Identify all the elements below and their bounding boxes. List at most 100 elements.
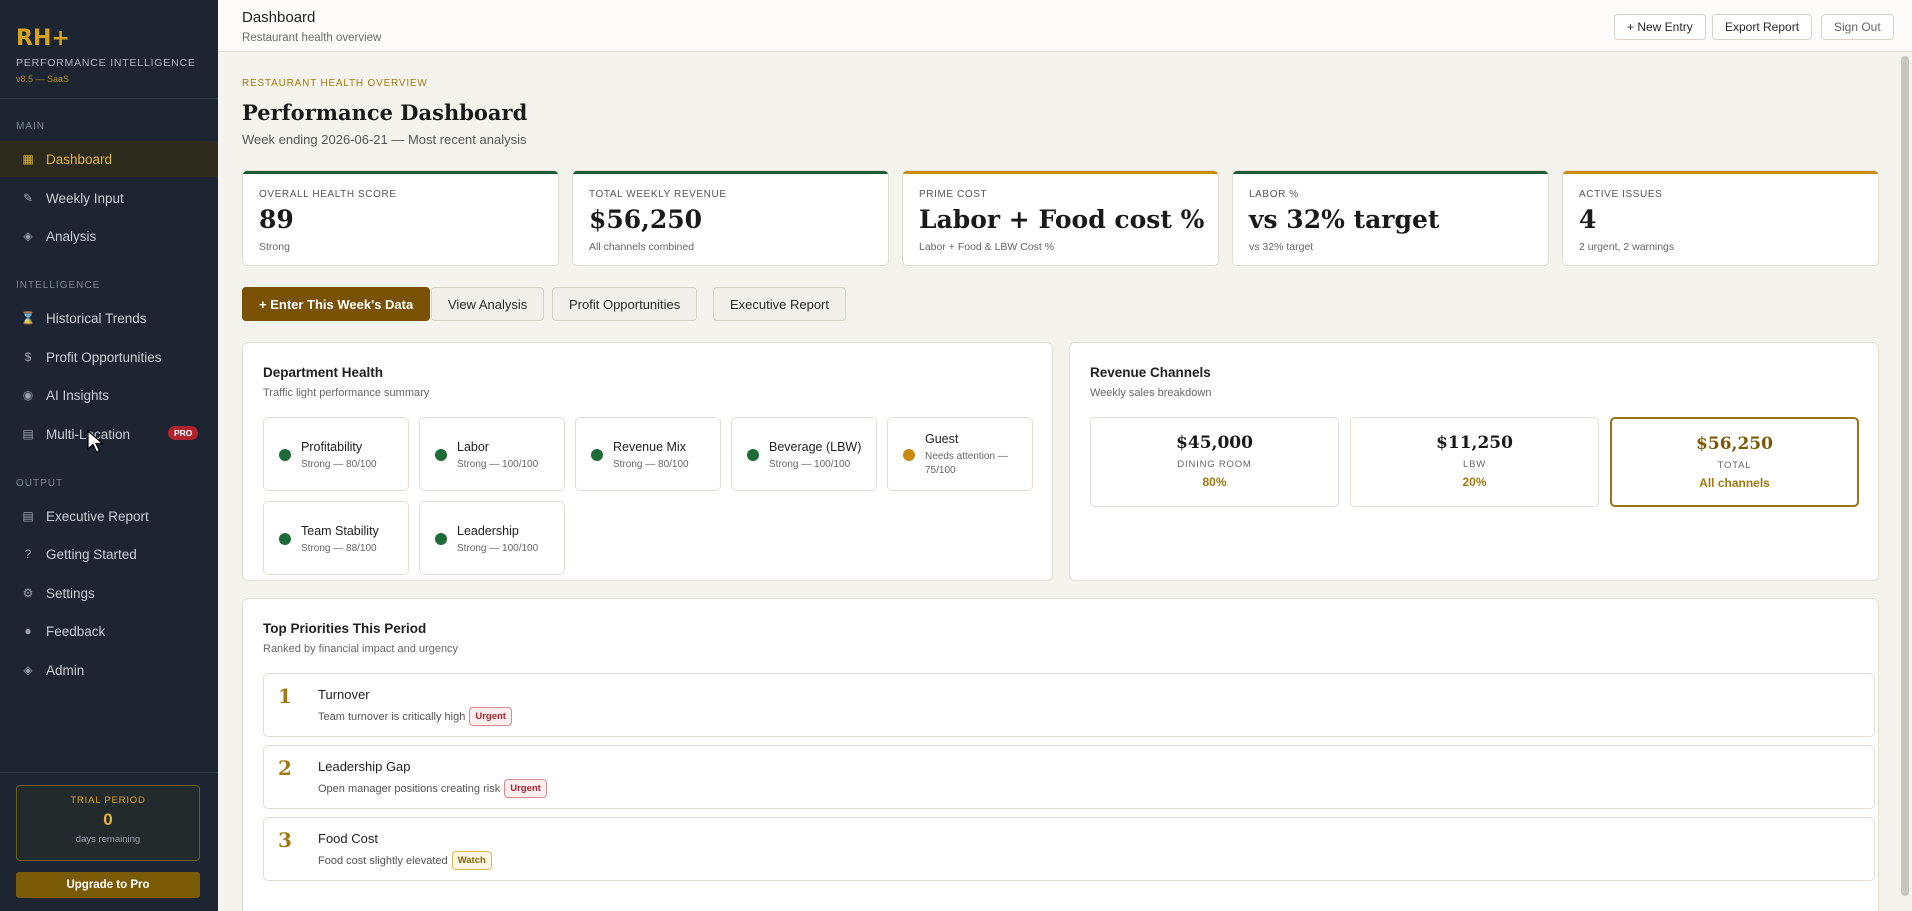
- dept-status: Strong — 80/100: [613, 459, 689, 470]
- kpi-accent-bar: [1563, 171, 1878, 174]
- dept-card-guest[interactable]: Guest Needs attention — 75/100: [887, 417, 1033, 491]
- revenue-channels-panel: Revenue Channels Weekly sales breakdown …: [1069, 342, 1879, 581]
- kpi-label: LABOR %: [1249, 189, 1299, 200]
- priority-title: Leadership Gap: [318, 759, 411, 774]
- sidebar-item-weekly-input[interactable]: ✎ Weekly Input: [0, 180, 218, 216]
- dept-card-labor[interactable]: Labor Strong — 100/100: [419, 417, 565, 491]
- priority-item-leadership-gap[interactable]: 2 Leadership Gap Open manager positions …: [263, 745, 1875, 809]
- sidebar-item-admin[interactable]: ◈ Admin: [0, 652, 218, 688]
- sidebar-item-label: Getting Started: [46, 546, 137, 562]
- sidebar-item-label: Admin: [46, 662, 85, 678]
- panel-subtitle: Ranked by financial impact and urgency: [263, 643, 459, 655]
- sidebar-item-label: AI Insights: [46, 387, 110, 403]
- kpi-card-prime-cost: PRIME COST Labor + Food cost % Labor + F…: [902, 170, 1219, 266]
- panel-subtitle: Traffic light performance summary: [263, 387, 430, 399]
- revenue-card-lbw: $11,250 LBW 20%: [1350, 417, 1599, 507]
- kpi-sub: 2 urgent, 2 warnings: [1579, 241, 1675, 253]
- sidebar-item-ai-insights[interactable]: ◉ AI Insights: [0, 377, 218, 413]
- kpi-value: 89: [259, 205, 294, 234]
- kpi-accent-bar: [1233, 171, 1548, 174]
- status-dot-icon: [747, 449, 759, 461]
- dollar-icon: $: [24, 350, 32, 364]
- dept-card-leadership[interactable]: Leadership Strong — 100/100: [419, 501, 565, 575]
- top-priorities-panel: Top Priorities This Period Ranked by fin…: [242, 598, 1879, 911]
- report-icon: ▤: [22, 509, 34, 523]
- priority-description: Team turnover is critically high: [318, 710, 466, 723]
- sidebar-item-label: Executive Report: [46, 508, 149, 524]
- kpi-label: TOTAL WEEKLY REVENUE: [589, 189, 727, 200]
- section-label-main: MAIN: [16, 121, 45, 132]
- sidebar-item-profit-opportunities[interactable]: $ Profit Opportunities: [0, 339, 218, 375]
- sidebar-item-label: Historical Trends: [46, 310, 147, 326]
- sidebar-item-feedback[interactable]: ● Feedback: [0, 613, 218, 649]
- main-content: RESTAURANT HEALTH OVERVIEW Performance D…: [218, 52, 1898, 911]
- profit-opportunities-button[interactable]: Profit Opportunities: [552, 287, 698, 321]
- diamond-icon: ◈: [23, 229, 33, 243]
- department-health-panel: Department Health Traffic light performa…: [242, 342, 1053, 581]
- revenue-amount: $11,250: [1436, 433, 1513, 453]
- panel-title: Revenue Channels: [1090, 365, 1211, 380]
- revenue-card-dining-room: $45,000 DINING ROOM 80%: [1090, 417, 1339, 507]
- view-analysis-button[interactable]: View Analysis: [431, 287, 545, 321]
- kpi-accent-bar: [903, 171, 1218, 174]
- sidebar-divider: [0, 98, 218, 99]
- status-dot-icon: [435, 449, 447, 461]
- trial-label: TRIAL PERIOD: [70, 795, 146, 806]
- sidebar-item-historical-trends[interactable]: ⌛ Historical Trends: [0, 300, 218, 336]
- executive-report-button[interactable]: Executive Report: [713, 287, 846, 321]
- dept-card-revenue-mix[interactable]: Revenue Mix Strong — 80/100: [575, 417, 721, 491]
- kpi-label: ACTIVE ISSUES: [1579, 189, 1663, 200]
- target-icon: ◉: [22, 388, 34, 402]
- sidebar-item-settings[interactable]: ⚙ Settings: [0, 575, 218, 611]
- panel-title: Top Priorities This Period: [263, 621, 427, 636]
- export-report-button[interactable]: Export Report: [1712, 14, 1813, 40]
- priority-item-turnover[interactable]: 1 Turnover Team turnover is critically h…: [263, 673, 1875, 737]
- scrollbar-thumb[interactable]: [1901, 56, 1909, 896]
- kpi-card-active-issues: ACTIVE ISSUES 4 2 urgent, 2 warnings: [1562, 170, 1879, 266]
- sign-out-button[interactable]: Sign Out: [1821, 14, 1894, 40]
- priority-description: Food cost slightly elevated: [318, 854, 448, 867]
- dept-status: Strong — 100/100: [457, 459, 539, 470]
- upgrade-button[interactable]: Upgrade to Pro: [16, 872, 200, 898]
- section-label-intelligence: INTELLIGENCE: [16, 280, 101, 291]
- sidebar: RH+ PERFORMANCE INTELLIGENCE v8.5 — SaaS…: [0, 0, 218, 911]
- diamond-icon: ◈: [23, 663, 33, 677]
- dept-card-profitability[interactable]: Profitability Strong — 80/100: [263, 417, 409, 491]
- priority-item-food-cost[interactable]: 3 Food Cost Food cost slightly elevated …: [263, 817, 1875, 881]
- topbar-subtitle: Restaurant health overview: [242, 32, 382, 44]
- dept-name: Beverage (LBW): [769, 440, 862, 454]
- status-dot-icon: [435, 533, 447, 545]
- kpi-card-labor: LABOR % vs 32% target vs 32% target: [1232, 170, 1549, 266]
- new-entry-button[interactable]: + New Entry: [1614, 14, 1706, 40]
- sidebar-divider: [0, 772, 218, 773]
- chat-icon: ●: [24, 624, 32, 638]
- sidebar-item-multi-location[interactable]: ▤ Multi-Location PRO: [0, 416, 218, 452]
- kpi-card-weekly-revenue: TOTAL WEEKLY REVENUE $56,250 All channel…: [572, 170, 889, 266]
- sidebar-item-executive-report[interactable]: ▤ Executive Report: [0, 498, 218, 534]
- priority-title: Turnover: [318, 687, 370, 702]
- revenue-amount: $45,000: [1176, 433, 1253, 453]
- dept-status: Strong — 80/100: [301, 459, 377, 470]
- enter-week-data-button[interactable]: + Enter This Week's Data: [242, 287, 431, 321]
- dept-card-beverage[interactable]: Beverage (LBW) Strong — 100/100: [731, 417, 877, 491]
- trial-days: 0: [103, 810, 113, 829]
- panel-title: Department Health: [263, 365, 384, 380]
- revenue-amount: $56,250: [1696, 434, 1773, 454]
- status-dot-icon: [591, 449, 603, 461]
- kpi-value: $56,250: [589, 205, 703, 234]
- status-dot-icon: [903, 449, 915, 461]
- page-kicker: RESTAURANT HEALTH OVERVIEW: [242, 78, 428, 89]
- revenue-percent: 80%: [1202, 475, 1227, 489]
- sidebar-item-dashboard[interactable]: ▦ Dashboard: [0, 141, 218, 177]
- kpi-value: Labor + Food cost %: [919, 205, 1205, 234]
- sidebar-item-analysis[interactable]: ◈ Analysis: [0, 218, 218, 254]
- sidebar-item-label: Feedback: [46, 623, 106, 639]
- page-title: Performance Dashboard: [242, 100, 528, 125]
- dept-card-team-stability[interactable]: Team Stability Strong — 88/100: [263, 501, 409, 575]
- sidebar-item-getting-started[interactable]: ? Getting Started: [0, 536, 218, 572]
- urgent-badge: Urgent: [469, 707, 512, 726]
- dept-name: Profitability: [301, 440, 363, 454]
- kpi-accent-bar: [573, 171, 888, 174]
- topbar: Dashboard Restaurant health overview + N…: [218, 0, 1912, 52]
- page-subtitle: Week ending 2026-06-21 — Most recent ana…: [242, 132, 527, 147]
